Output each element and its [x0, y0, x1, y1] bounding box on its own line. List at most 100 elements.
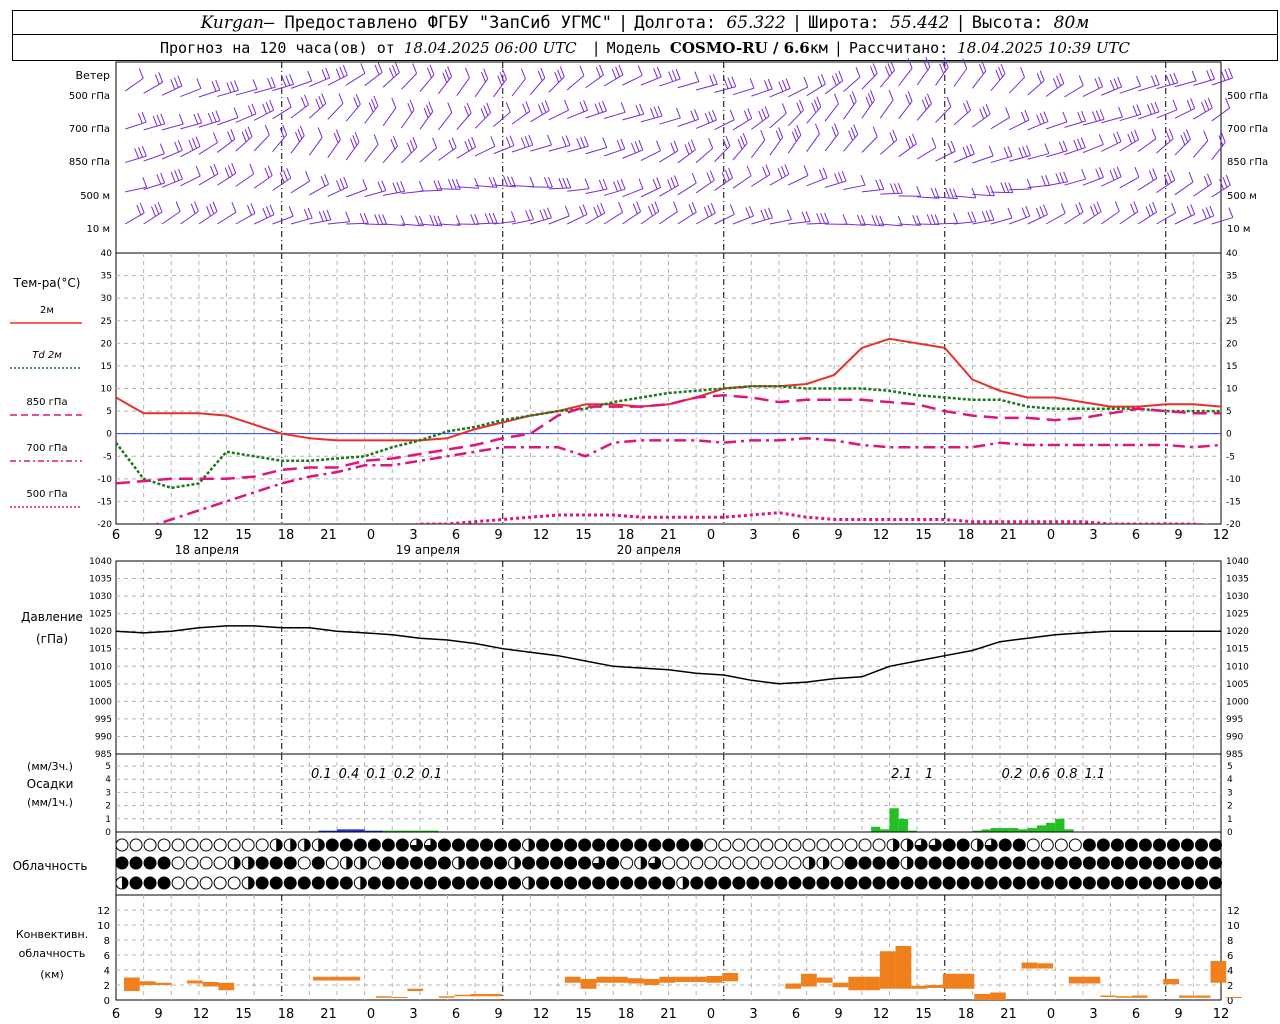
wind-barb-feather [447, 102, 453, 113]
precip-title: Осадки [27, 777, 74, 791]
time-label: 3 [409, 528, 417, 543]
wind-barb-feather [888, 89, 894, 101]
time-label: 6 [452, 528, 460, 543]
wind-barb-feather [908, 135, 914, 147]
cloud-symbol [718, 838, 732, 852]
wind-barb-feather [905, 94, 911, 105]
cloud-symbol [297, 876, 311, 890]
wind-barb-feather [335, 68, 341, 80]
wind-barb-feather [740, 135, 746, 147]
wind-barb [769, 219, 792, 225]
wind-barb-feather [382, 214, 388, 225]
wind-barb-feather [618, 201, 624, 213]
cloud-symbol [802, 876, 816, 890]
cloud-symbol [1152, 876, 1166, 890]
wind-barb-feather [529, 209, 534, 220]
y-tick-left: 1000 [89, 697, 112, 707]
precip-total-label: 0.4 [339, 767, 360, 782]
wind-barb-feather [620, 179, 626, 190]
wind-barb-feather [820, 213, 826, 224]
time-label: 21 [1000, 528, 1017, 543]
wind-barb-feather [1152, 168, 1158, 179]
wind-barb [953, 68, 968, 87]
cloud-symbol [437, 856, 451, 870]
wind-barb-feather [1220, 70, 1226, 81]
wind-barb-feather [1007, 146, 1013, 157]
y-tick-left: 990 [95, 732, 112, 742]
wind-barb-feather [813, 99, 819, 110]
wind-barb-feather [711, 109, 717, 121]
wind-barb-feather [799, 99, 804, 111]
wind-barb-feather [174, 141, 180, 153]
wind-barb-feather [638, 139, 644, 151]
wind-barb-feather [547, 134, 552, 146]
cloud-symbol [746, 876, 760, 890]
wind-barb [364, 72, 383, 87]
time-label-bottom: 21 [1000, 1007, 1017, 1022]
wind-barb-feather [338, 93, 344, 104]
cloud-symbol [283, 856, 297, 870]
wind-barb-feather [1116, 166, 1122, 177]
wind-barb-feather [188, 139, 194, 151]
wind-barb [1027, 121, 1049, 131]
wind-barb-feather [318, 95, 324, 107]
convective-bar [202, 982, 219, 987]
cloud-symbol [409, 876, 423, 890]
cloud-symbol-half [682, 877, 689, 889]
cloud-symbol [157, 838, 171, 852]
wind-barb [879, 139, 898, 155]
wind-barb [474, 112, 491, 129]
wind-barb-feather [247, 105, 253, 116]
precip-total-label: 1.1 [1085, 767, 1106, 782]
wind-barb-feather [615, 66, 621, 78]
y-tick-right: 1005 [1226, 680, 1249, 690]
cloud-symbol [1166, 838, 1180, 852]
wind-barb [677, 149, 696, 164]
wind-barb-feather [816, 96, 822, 107]
time-label: 0 [707, 528, 715, 543]
time-label-bottom: 9 [834, 1007, 842, 1022]
wind-barb-feather [729, 204, 735, 215]
wind-barb-feather [345, 211, 351, 222]
wind-barb-feather [583, 100, 589, 111]
cloud-symbol [844, 856, 858, 870]
wind-barb [1174, 80, 1197, 88]
wind-barb-feather [884, 66, 890, 77]
wind-barb-feather [1062, 111, 1068, 123]
convective-bar [942, 973, 959, 989]
wind-barb [585, 110, 607, 119]
wind-barb [364, 144, 379, 163]
wind-barb-feather [805, 211, 811, 222]
wind-barb-feather [1225, 174, 1231, 186]
wind-barb-feather [1035, 207, 1041, 219]
time-label-bottom: 18 [618, 1007, 635, 1022]
convective-bar [643, 979, 660, 985]
cloud-symbol [718, 876, 732, 890]
wind-barb-feather [304, 94, 309, 105]
cloud-symbol [942, 876, 956, 890]
wind-barb-feather [743, 110, 749, 121]
y-tick-right: 1025 [1226, 610, 1249, 620]
wind-barb-feather [1150, 102, 1156, 114]
wind-barb-feather [889, 132, 895, 143]
wind-barb-feather [207, 112, 213, 124]
wind-barb-feather [1166, 172, 1172, 183]
wind-barb-feather [230, 128, 236, 140]
wind-barb-feather [264, 124, 270, 136]
wind-barb [511, 144, 533, 153]
wind-barb [695, 119, 717, 129]
wind-barb-feather [1190, 98, 1196, 109]
wind-barb-feather [1043, 111, 1049, 122]
wind-barb-feather [673, 175, 679, 186]
wind-barb-feather [634, 141, 640, 152]
wind-barb-feather [1191, 70, 1197, 82]
wind-barb [530, 110, 550, 123]
wind-barb-feather [1022, 146, 1028, 157]
cloud-symbol [1138, 876, 1152, 890]
cloud-symbol [634, 876, 648, 890]
wind-barb [161, 85, 183, 96]
y-tick-right: 1040 [1226, 557, 1249, 567]
wind-barb [1101, 141, 1122, 152]
y-tick-left: 1025 [89, 610, 112, 620]
wind-barb-feather [285, 75, 291, 86]
